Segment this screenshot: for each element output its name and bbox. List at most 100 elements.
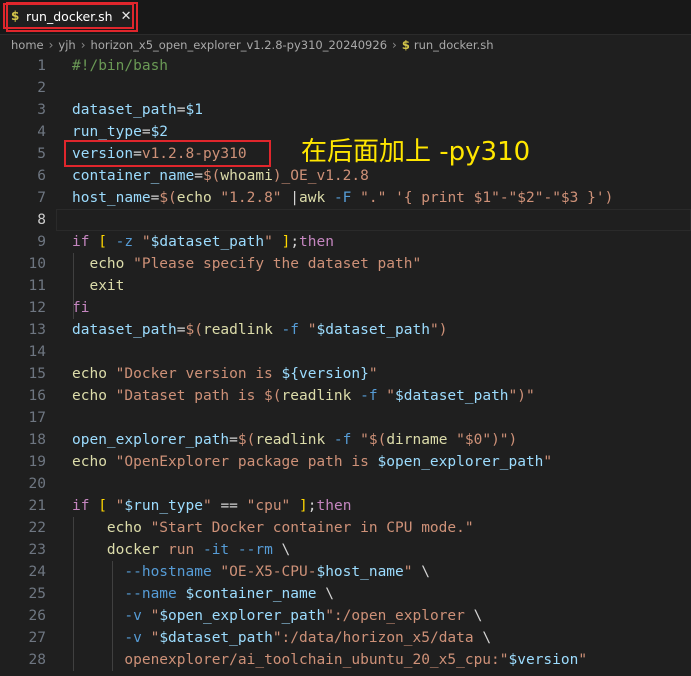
code-line[interactable]: 28 openexplorer/ai_toolchain_ubuntu_20_x…	[0, 649, 691, 671]
line-number: 9	[37, 234, 46, 250]
code-line[interactable]: 25 --name $container_name \	[0, 583, 691, 605]
code-line[interactable]: 9 if [ -z "$dataset_path" ];then	[0, 231, 691, 253]
code-token: $dataset_path	[395, 388, 509, 404]
code-token: $open_explorer_path	[377, 454, 544, 470]
line-number: 18	[28, 432, 46, 448]
code-text: dataset_path=$(readlink -f "$dataset_pat…	[72, 319, 447, 341]
code-token: =	[176, 322, 186, 338]
code-token: \	[473, 630, 492, 646]
code-token: "Docker version is	[106, 366, 282, 382]
code-line[interactable]: 17	[0, 407, 691, 429]
code-text: echo "Start Docker container in CPU mode…	[72, 517, 474, 539]
code-line[interactable]: 6 container_name=$(whoami)_OE_v1.2.8	[0, 165, 691, 187]
code-token: \	[464, 608, 483, 624]
code-text: if [ -z "$dataset_path" ];then	[72, 231, 334, 253]
code-token: container_name	[72, 168, 195, 184]
code-line[interactable]: 23 docker run -it --rm \	[0, 539, 691, 561]
code-token: echo	[89, 256, 125, 272]
code-token: -f	[272, 322, 300, 338]
code-token: if	[72, 498, 90, 514]
code-text: -v "$open_explorer_path":/open_explorer …	[72, 605, 482, 627]
code-line[interactable]: 3 dataset_path=$1	[0, 99, 691, 121]
code-token: "OpenExplorer package path is	[106, 454, 378, 470]
code-token: "	[264, 234, 273, 250]
breadcrumb-yjh[interactable]: yjh	[58, 38, 75, 52]
code-line[interactable]: 10 echo "Please specify the dataset path…	[0, 253, 691, 275]
breadcrumb-file[interactable]: run_docker.sh	[414, 38, 494, 52]
line-number: 15	[28, 366, 46, 382]
code-token: host_name	[72, 190, 151, 206]
line-number: 17	[28, 410, 46, 426]
line-number: 5	[37, 146, 46, 162]
code-line[interactable]: 19 echo "OpenExplorer package path is $op…	[0, 451, 691, 473]
code-token: openexplorer/ai_toolchain_ubuntu_20_x5_c…	[124, 652, 509, 668]
breadcrumb-home[interactable]: home	[11, 38, 44, 52]
code-token: echo	[72, 388, 107, 404]
code-line[interactable]: 18 open_explorer_path=$(readlink -f "$(di…	[0, 429, 691, 451]
code-token: "$0")")	[447, 432, 518, 448]
code-token: =	[176, 102, 186, 118]
code-line[interactable]: 8	[0, 209, 691, 231]
code-token: then	[299, 234, 334, 250]
code-token: run_type	[72, 124, 142, 140]
code-token: ]	[299, 498, 308, 514]
code-line[interactable]: 27 -v "$dataset_path":/data/horizon_x5/d…	[0, 627, 691, 649]
code-line[interactable]: 2	[0, 77, 691, 99]
code-token: "$(	[351, 432, 387, 448]
code-line[interactable]: 14	[0, 341, 691, 363]
code-text: docker run -it --rm \	[72, 539, 290, 561]
line-number: 27	[28, 630, 46, 646]
breadcrumb-folder[interactable]: horizon_x5_open_explorer_v1.2.8-py310_20…	[91, 38, 387, 52]
line-number: 7	[37, 190, 46, 206]
code-line[interactable]: 24 --hostname "OE-X5-CPU-$host_name" \	[0, 561, 691, 583]
indent-guide	[73, 517, 74, 671]
code-line[interactable]: 13 dataset_path=$(readlink -f "$dataset_p…	[0, 319, 691, 341]
line-number: 19	[28, 454, 46, 470]
code-token: $run_type	[124, 498, 203, 514]
line-number: 26	[28, 608, 46, 624]
code-token: readlink	[281, 388, 352, 404]
code-token: docker	[106, 542, 160, 558]
code-line[interactable]: 20	[0, 473, 691, 495]
code-token: $(	[202, 168, 221, 184]
code-token: ;	[307, 498, 317, 514]
code-line[interactable]: 26 -v "$open_explorer_path":/open_explor…	[0, 605, 691, 627]
code-text: openexplorer/ai_toolchain_ubuntu_20_x5_c…	[72, 649, 587, 671]
line-number: 1	[37, 58, 46, 74]
line-number: 6	[37, 168, 46, 184]
code-token: -f	[351, 388, 378, 404]
code-token: echo	[176, 190, 212, 206]
code-line[interactable]: 7 host_name=$(echo "1.2.8" |awk -F "." '{…	[0, 187, 691, 209]
code-token: --name	[124, 586, 177, 602]
code-line[interactable]: 15 echo "Docker version is ${version}"	[0, 363, 691, 385]
code-token: ;	[290, 234, 300, 250]
code-token: $host_name	[316, 564, 404, 580]
code-token: "Start Docker container in CPU mode."	[141, 520, 474, 536]
current-line-highlight	[56, 209, 691, 231]
code-line[interactable]: 21 if [ "$run_type" == "cpu" ];then	[0, 495, 691, 517]
line-number: 16	[28, 388, 46, 404]
code-token: dataset_path	[72, 322, 177, 338]
code-line[interactable]: 16 echo "Dataset path is $(readlink -f "$…	[0, 385, 691, 407]
line-number: 23	[28, 542, 46, 558]
code-token: $(	[185, 322, 203, 338]
code-line[interactable]: 22 echo "Start Docker container in CPU m…	[0, 517, 691, 539]
code-token: =	[194, 168, 203, 184]
code-line[interactable]: 11 exit	[0, 275, 691, 297]
code-line[interactable]: 1 #!/bin/bash	[0, 55, 691, 77]
code-token: |	[290, 190, 300, 206]
code-token: $(	[159, 190, 177, 206]
code-token: "	[403, 564, 413, 580]
code-token: then	[316, 498, 352, 514]
code-line[interactable]: 12 fi	[0, 297, 691, 319]
line-number: 10	[28, 256, 46, 272]
code-token: ")"	[508, 388, 535, 404]
code-token: \	[412, 564, 430, 580]
code-token: "	[578, 652, 588, 668]
